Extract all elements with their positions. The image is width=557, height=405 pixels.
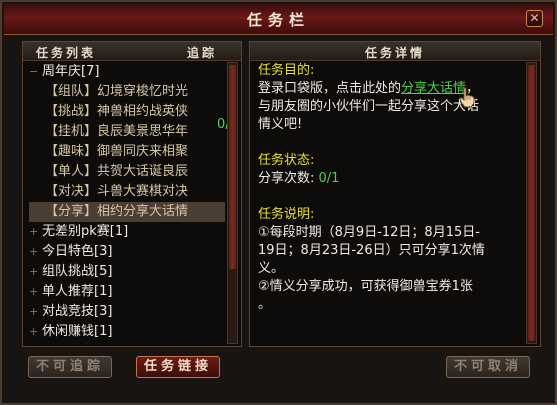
task-category[interactable]: + 无差别pk赛[1] — [29, 222, 128, 242]
task-category[interactable]: + 单人推荐[1] — [29, 282, 112, 302]
task-list-header: 任务列表 追踪 — [23, 42, 241, 61]
description-line-3: 义。 — [258, 261, 285, 276]
untrack-button[interactable]: 不可追踪 — [28, 356, 112, 378]
goal-heading: 任务目的: — [258, 63, 315, 78]
close-button[interactable]: ✕ — [526, 10, 543, 27]
expand-icon[interactable]: + — [29, 266, 38, 277]
task-item-label: 对战竞技[3] — [42, 304, 113, 319]
track-column-title: 追踪 — [186, 46, 217, 60]
task-item-label: 【趣味】御兽同庆来相聚 — [45, 144, 189, 159]
task-category[interactable]: +节日任务[1] — [29, 342, 112, 344]
task-category[interactable]: + 组队挑战[5] — [29, 262, 112, 282]
goal-prefix: 登录口袋版，点击此处的 — [258, 81, 402, 96]
task-detail-panel: 任务详情 任务目的: 登录口袋版，点击此处的分享大话情， 与朋友圈的小伙伴们一起… — [249, 41, 541, 347]
task-detail-content: 任务目的: 登录口袋版，点击此处的分享大话情， 与朋友圈的小伙伴们一起分享这个大… — [258, 62, 520, 314]
task-item-label: 休闲赚钱[1] — [42, 324, 113, 339]
task-item[interactable]: 【对决】斗兽大赛棋对决 — [29, 182, 188, 202]
task-list-panel: 任务列表 追踪 − 周年庆[7] 【组队】幻境穿梭忆时光 【挑战】神兽相约战英侠 【挂机… — [22, 41, 242, 347]
status-value: 0/1 — [318, 171, 340, 186]
task-item-label: 【组队】幻境穿梭忆时光 — [45, 84, 189, 99]
task-category[interactable]: + 休闲赚钱[1] — [29, 322, 112, 342]
task-item[interactable]: 【挂机】良辰美景思华年 — [29, 122, 188, 142]
expand-icon[interactable]: + — [29, 326, 38, 337]
task-detail-header: 任务详情 — [250, 42, 540, 61]
task-item-label: 【挂机】良辰美景思华年 — [45, 124, 189, 139]
task-window: 任务栏 ✕ 任务列表 追踪 − 周年庆[7] 【组队】幻境穿梭忆时光 【挑战】神兽相约… — [0, 0, 557, 405]
task-item-selected[interactable]: 【分享】相约分享大话情 — [29, 202, 225, 222]
status-heading: 任务状态: — [258, 153, 315, 168]
expand-icon[interactable]: + — [29, 306, 38, 317]
task-item-label: 单人推荐[1] — [42, 284, 113, 299]
task-item[interactable]: 【组队】幻境穿梭忆时光 — [29, 82, 188, 102]
hand-pointer-icon — [459, 87, 475, 108]
task-category[interactable]: + 对战竞技[3] — [29, 302, 112, 322]
task-item[interactable]: 【单人】共贺大话诞良辰 — [29, 162, 188, 182]
description-line-1: ①每段时期（8月9日-12日；8月15日- — [258, 225, 480, 240]
goal-line-1: 登录口袋版，点击此处的分享大话情， — [258, 80, 520, 98]
task-item-label: 【对决】斗兽大赛棋对决 — [45, 184, 189, 199]
collapse-icon[interactable]: − — [29, 66, 38, 77]
expand-icon[interactable]: + — [29, 286, 38, 297]
task-detail-scroll-thumb[interactable] — [528, 65, 535, 341]
task-item[interactable]: 【趣味】御兽同庆来相聚 — [29, 142, 188, 162]
expand-icon[interactable]: + — [29, 246, 38, 257]
task-item[interactable]: 【挑战】神兽相约战英侠 — [29, 102, 188, 122]
task-list-scroll-thumb[interactable] — [229, 65, 236, 269]
task-detail-title: 任务详情 — [364, 46, 425, 60]
description-line-2: 19日；8月23日-26日）只可分享1次情 — [258, 243, 485, 258]
expand-icon[interactable]: + — [29, 226, 38, 237]
task-item-label: 【单人】共贺大话诞良辰 — [45, 164, 189, 179]
task-list-scrollbar[interactable] — [227, 62, 238, 344]
task-link-button[interactable]: 任务链接 — [136, 356, 220, 378]
task-item-label: 组队挑战[5] — [42, 264, 113, 279]
task-category[interactable]: + 今日特色[3] — [29, 242, 112, 262]
task-list-title: 任务列表 — [36, 46, 97, 60]
window-title: 任务栏 — [246, 11, 310, 29]
status-line: 分享次数: 0/1 — [258, 170, 520, 188]
description-line-5: 。 — [258, 297, 272, 312]
task-item-label: 无差别pk赛[1] — [42, 224, 129, 239]
title-bar[interactable]: 任务栏 ✕ — [4, 4, 553, 35]
task-item-label: 今日特色[3] — [42, 244, 113, 259]
task-list: − 周年庆[7] 【组队】幻境穿梭忆时光 【挑战】神兽相约战英侠 【挂机】良辰美景思华年… — [29, 62, 225, 344]
description-heading: 任务说明: — [258, 207, 315, 222]
task-item-label: 【挑战】神兽相约战英侠 — [45, 104, 189, 119]
task-category[interactable]: − 周年庆[7] — [29, 62, 99, 82]
goal-line-2: 与朋友圈的小伙伴们一起分享这个大话 — [258, 99, 480, 114]
goal-line-3: 情义吧! — [258, 117, 303, 132]
status-label: 分享次数: — [258, 171, 319, 186]
task-item-label: 周年庆[7] — [42, 64, 100, 79]
task-detail-scrollbar[interactable] — [526, 62, 537, 344]
description-line-4: ②情义分享成功，可获得御兽宝券1张 — [258, 279, 473, 294]
cancel-task-button[interactable]: 不可取消 — [446, 356, 530, 378]
task-item-label: 【分享】相约分享大话情 — [45, 204, 189, 219]
